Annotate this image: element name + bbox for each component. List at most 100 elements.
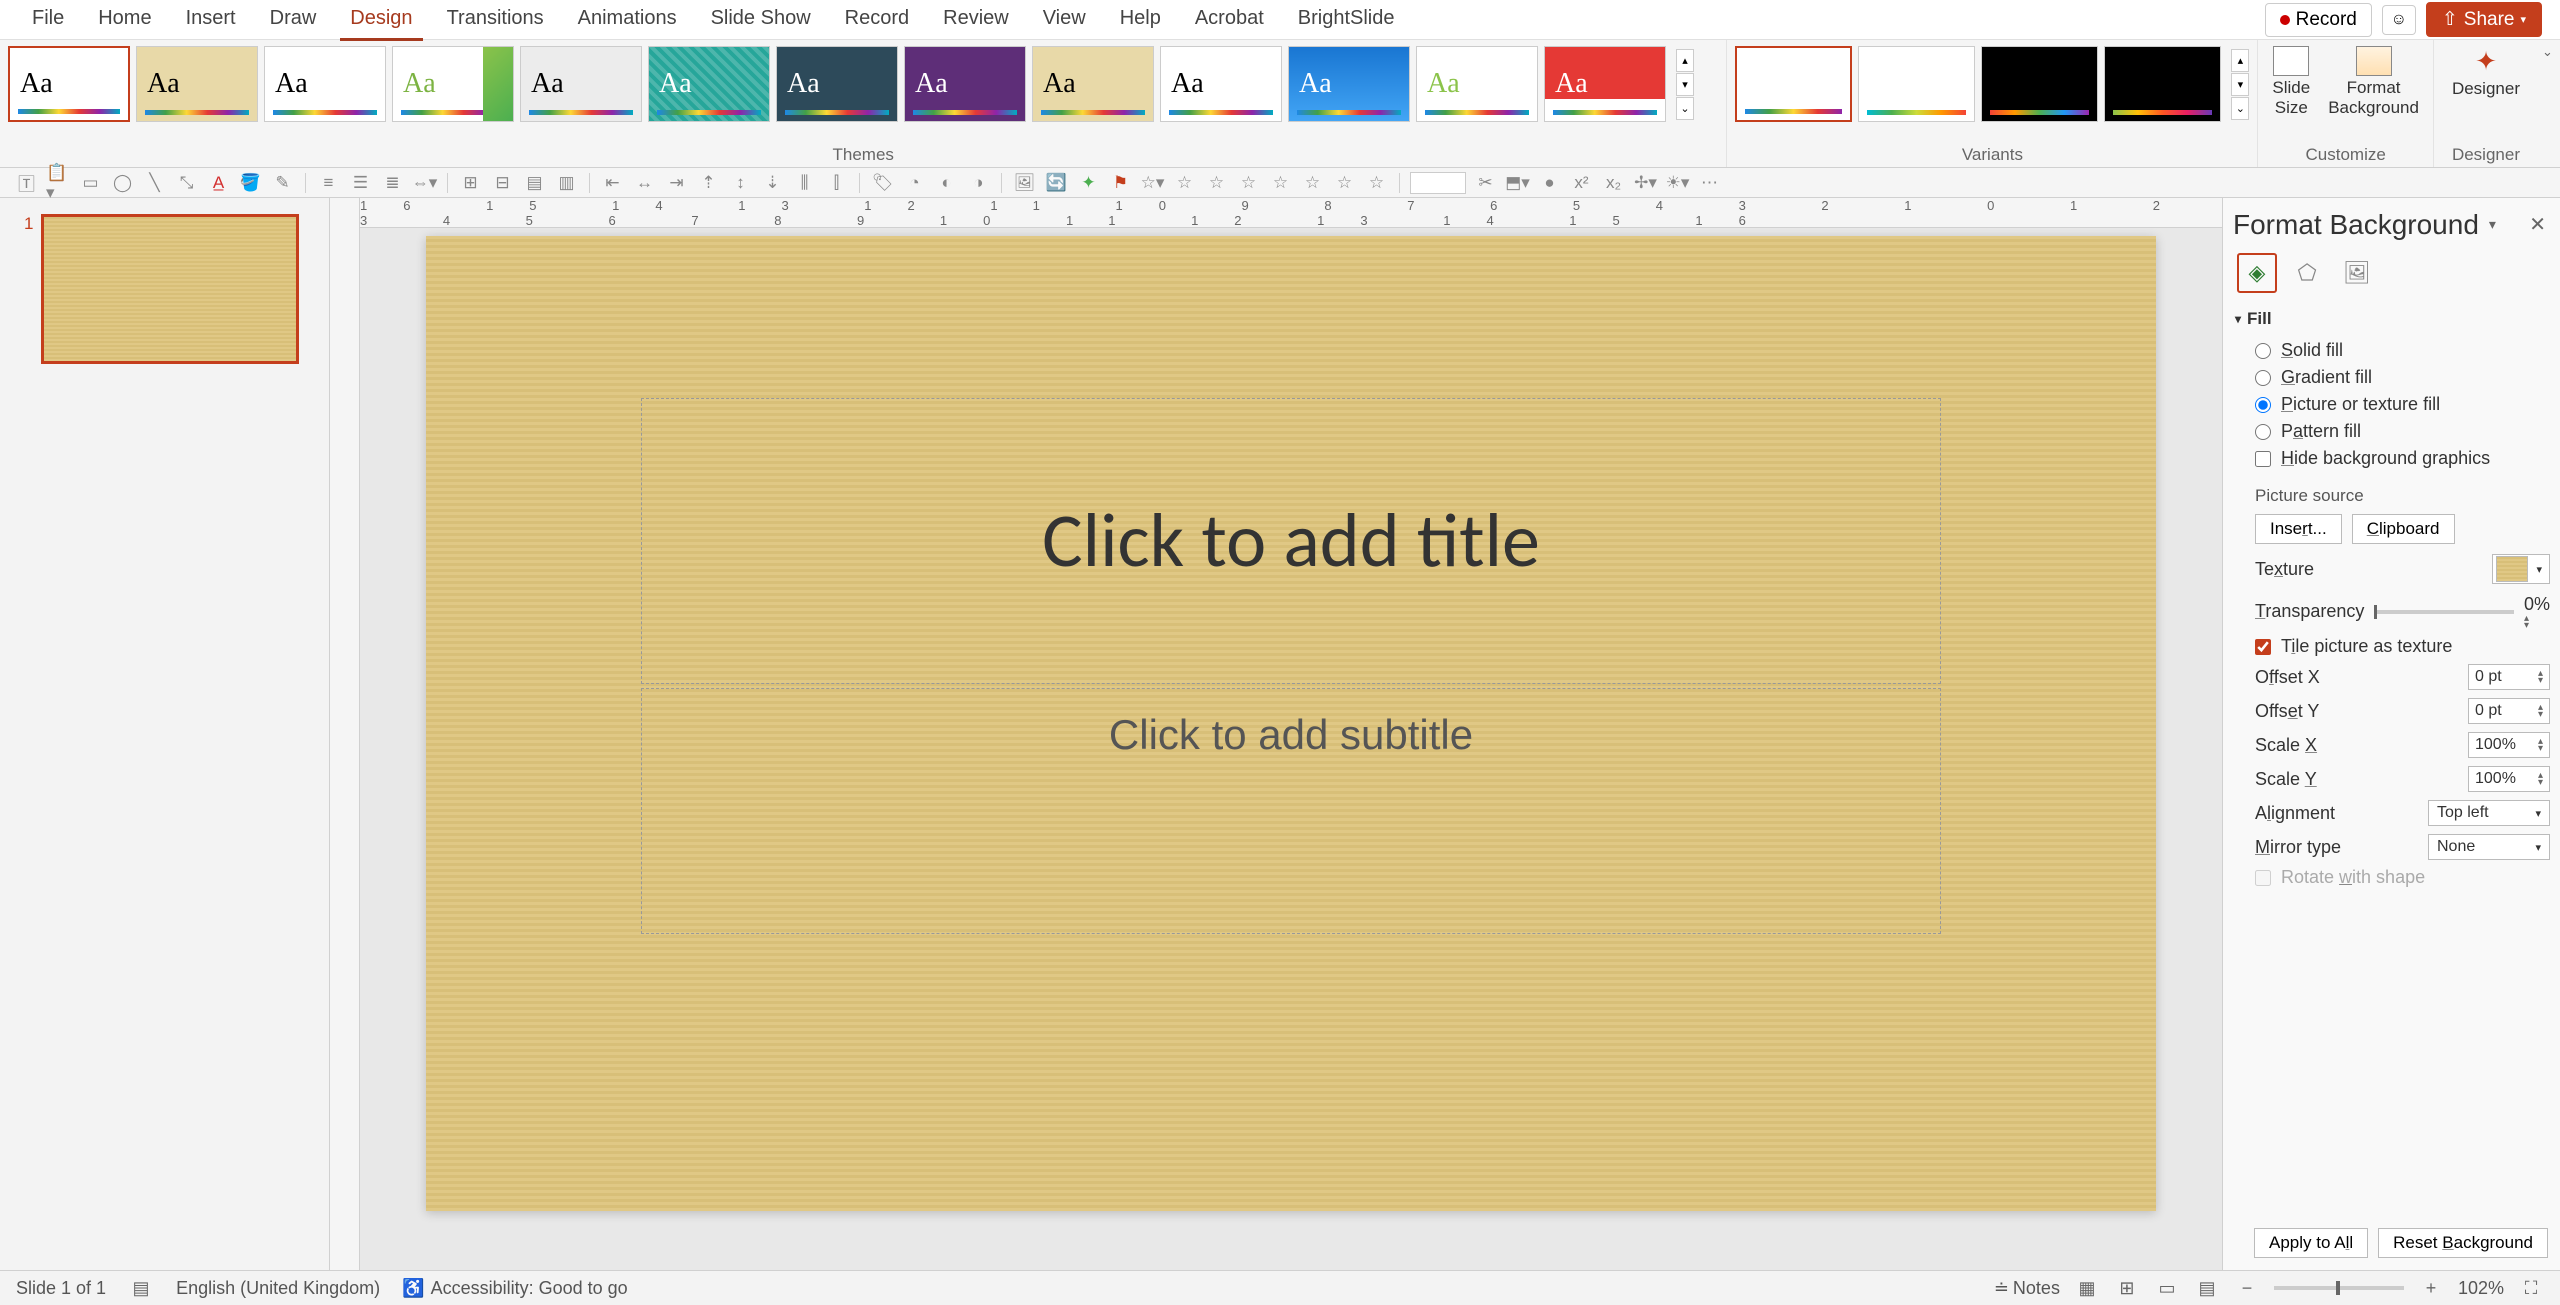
radio-picture-fill[interactable]: Picture or texture fill: [2255, 391, 2550, 418]
effects-icon[interactable]: ✢▾: [1633, 172, 1658, 194]
star7-icon[interactable]: ☆: [1332, 172, 1357, 194]
tab-view[interactable]: View: [1033, 0, 1096, 41]
ungroup-icon[interactable]: ⊟: [490, 172, 515, 194]
star8-icon[interactable]: ☆: [1364, 172, 1389, 194]
slideshow-view-icon[interactable]: ▤: [2194, 1277, 2220, 1299]
radio-solid-fill[interactable]: Solid fill: [2255, 337, 2550, 364]
reset-background-button[interactable]: Reset Background: [2378, 1228, 2548, 1258]
align-obj-left-icon[interactable]: ⇤: [600, 172, 625, 194]
tab-transitions[interactable]: Transitions: [437, 0, 554, 41]
tab-help[interactable]: Help: [1110, 0, 1171, 41]
tab-home[interactable]: Home: [88, 0, 161, 41]
more-icon[interactable]: ⋯: [1697, 172, 1722, 194]
zoom-slider[interactable]: [2274, 1286, 2404, 1290]
check-tile[interactable]: Tile picture as texture: [2233, 633, 2550, 660]
size-spinner[interactable]: [1410, 172, 1466, 194]
theme-3[interactable]: Aa: [264, 46, 386, 122]
sorter-view-icon[interactable]: ⊞: [2114, 1277, 2140, 1299]
tag-icon[interactable]: 🏷: [870, 172, 895, 194]
title-placeholder[interactable]: Click to add title: [641, 398, 1941, 684]
theme-12[interactable]: Aa: [1416, 46, 1538, 122]
tab-brightslide[interactable]: BrightSlide: [1288, 0, 1405, 41]
variants-scroll-down[interactable]: ▾: [2231, 73, 2249, 96]
align-right-icon[interactable]: ≣: [380, 172, 405, 194]
scale-y-input[interactable]: 100%▴▾: [2468, 766, 2550, 792]
align-obj-right-icon[interactable]: ⇥: [664, 172, 689, 194]
theme-5[interactable]: Aa: [520, 46, 642, 122]
variants-gallery-expand[interactable]: ⌄: [2231, 97, 2249, 120]
theme-7[interactable]: Aa: [776, 46, 898, 122]
tab-draw[interactable]: Draw: [260, 0, 327, 41]
theme-4[interactable]: Aa: [392, 46, 514, 122]
fill-section-header[interactable]: ▾ Fill: [2233, 305, 2550, 333]
connector-icon[interactable]: ⤡: [174, 172, 199, 194]
pane-tab-picture[interactable]: 🖼: [2337, 253, 2377, 293]
themes-gallery-expand[interactable]: ⌄: [1676, 97, 1694, 120]
pane-tab-effects[interactable]: ⬠: [2287, 253, 2327, 293]
designer-button[interactable]: ✦ Designer: [2452, 46, 2520, 99]
themes-scroll-down[interactable]: ▾: [1676, 73, 1694, 96]
tab-file[interactable]: File: [22, 0, 74, 41]
fill-icon[interactable]: 🪣: [238, 172, 263, 194]
slide[interactable]: Click to add title Click to add subtitle: [426, 236, 2156, 1211]
accessibility-status[interactable]: ♿ Accessibility: Good to go: [402, 1278, 628, 1299]
star1-icon[interactable]: ☆▾: [1140, 172, 1165, 194]
zoom-out-button[interactable]: −: [2234, 1277, 2260, 1299]
offset-y-input[interactable]: 0 pt▴▾: [2468, 698, 2550, 724]
canvas[interactable]: Click to add title Click to add subtitle: [360, 228, 2222, 1270]
transparency-slider[interactable]: [2374, 610, 2514, 614]
pane-tab-fill[interactable]: ◈: [2237, 253, 2277, 293]
sub-icon[interactable]: x₂: [1601, 172, 1626, 194]
star6-icon[interactable]: ☆: [1300, 172, 1325, 194]
tab-record[interactable]: Record: [835, 0, 919, 41]
variant-2[interactable]: [1858, 46, 1975, 122]
group-icon[interactable]: ⊞: [458, 172, 483, 194]
align-obj-bottom-icon[interactable]: ⇣: [760, 172, 785, 194]
shape3-icon[interactable]: ◑: [966, 172, 991, 194]
radio-gradient-fill[interactable]: Gradient fill: [2255, 364, 2550, 391]
record-button[interactable]: Record: [2265, 3, 2372, 37]
sun-icon[interactable]: ☀▾: [1665, 172, 1690, 194]
shape2-icon[interactable]: ◐: [934, 172, 959, 194]
theme-office[interactable]: Aa: [8, 46, 130, 122]
theme-2[interactable]: Aa: [136, 46, 258, 122]
alignment-dropdown[interactable]: Top left▾: [2428, 800, 2550, 826]
mirror-dropdown[interactable]: None▾: [2428, 834, 2550, 860]
bring-front-icon[interactable]: ▤: [522, 172, 547, 194]
theme-11[interactable]: Aa: [1288, 46, 1410, 122]
tab-slide-show[interactable]: Slide Show: [701, 0, 821, 41]
theme-13[interactable]: Aa: [1544, 46, 1666, 122]
align-center-icon[interactable]: ☰: [348, 172, 373, 194]
theme-8[interactable]: Aa: [904, 46, 1026, 122]
variant-1[interactable]: [1735, 46, 1852, 122]
send-back-icon[interactable]: ▥: [554, 172, 579, 194]
transparency-value[interactable]: 0%▴▾: [2524, 594, 2550, 629]
radio-pattern-fill[interactable]: Pattern fill: [2255, 418, 2550, 445]
notes-icon[interactable]: ▤: [128, 1277, 154, 1299]
share-button[interactable]: ⇧ Share ▾: [2426, 2, 2542, 37]
scale-x-input[interactable]: 100%▴▾: [2468, 732, 2550, 758]
tab-acrobat[interactable]: Acrobat: [1185, 0, 1274, 41]
textbox-icon[interactable]: 🅃: [14, 172, 39, 194]
picture-icon[interactable]: 🖼: [1012, 172, 1037, 194]
tab-review[interactable]: Review: [933, 0, 1019, 41]
circle2-icon[interactable]: ●: [1537, 172, 1562, 194]
align-left-icon[interactable]: ≡: [316, 172, 341, 194]
thumbnail-item[interactable]: 1: [24, 214, 305, 364]
align-obj-top-icon[interactable]: ⇡: [696, 172, 721, 194]
super-icon[interactable]: x²: [1569, 172, 1594, 194]
line-icon[interactable]: ╲: [142, 172, 167, 194]
crop2-icon[interactable]: ⬒▾: [1505, 172, 1530, 194]
paste-icon[interactable]: 📋▾: [46, 172, 71, 194]
theme-9[interactable]: Aa: [1032, 46, 1154, 122]
align-obj-middle-icon[interactable]: ↕: [728, 172, 753, 194]
zoom-level[interactable]: 102%: [2458, 1278, 2504, 1299]
outline-icon[interactable]: ✎: [270, 172, 295, 194]
insert-picture-button[interactable]: Insert...: [2255, 514, 2342, 544]
pane-close-button[interactable]: ✕: [2525, 208, 2550, 241]
shape1-icon[interactable]: ◔: [902, 172, 927, 194]
format-background-button[interactable]: Format Background: [2328, 46, 2419, 118]
align-obj-center-icon[interactable]: ↔: [632, 172, 657, 194]
distribute-h-icon[interactable]: ⫼: [792, 172, 817, 194]
fit-to-window-button[interactable]: ⛶: [2518, 1277, 2544, 1299]
